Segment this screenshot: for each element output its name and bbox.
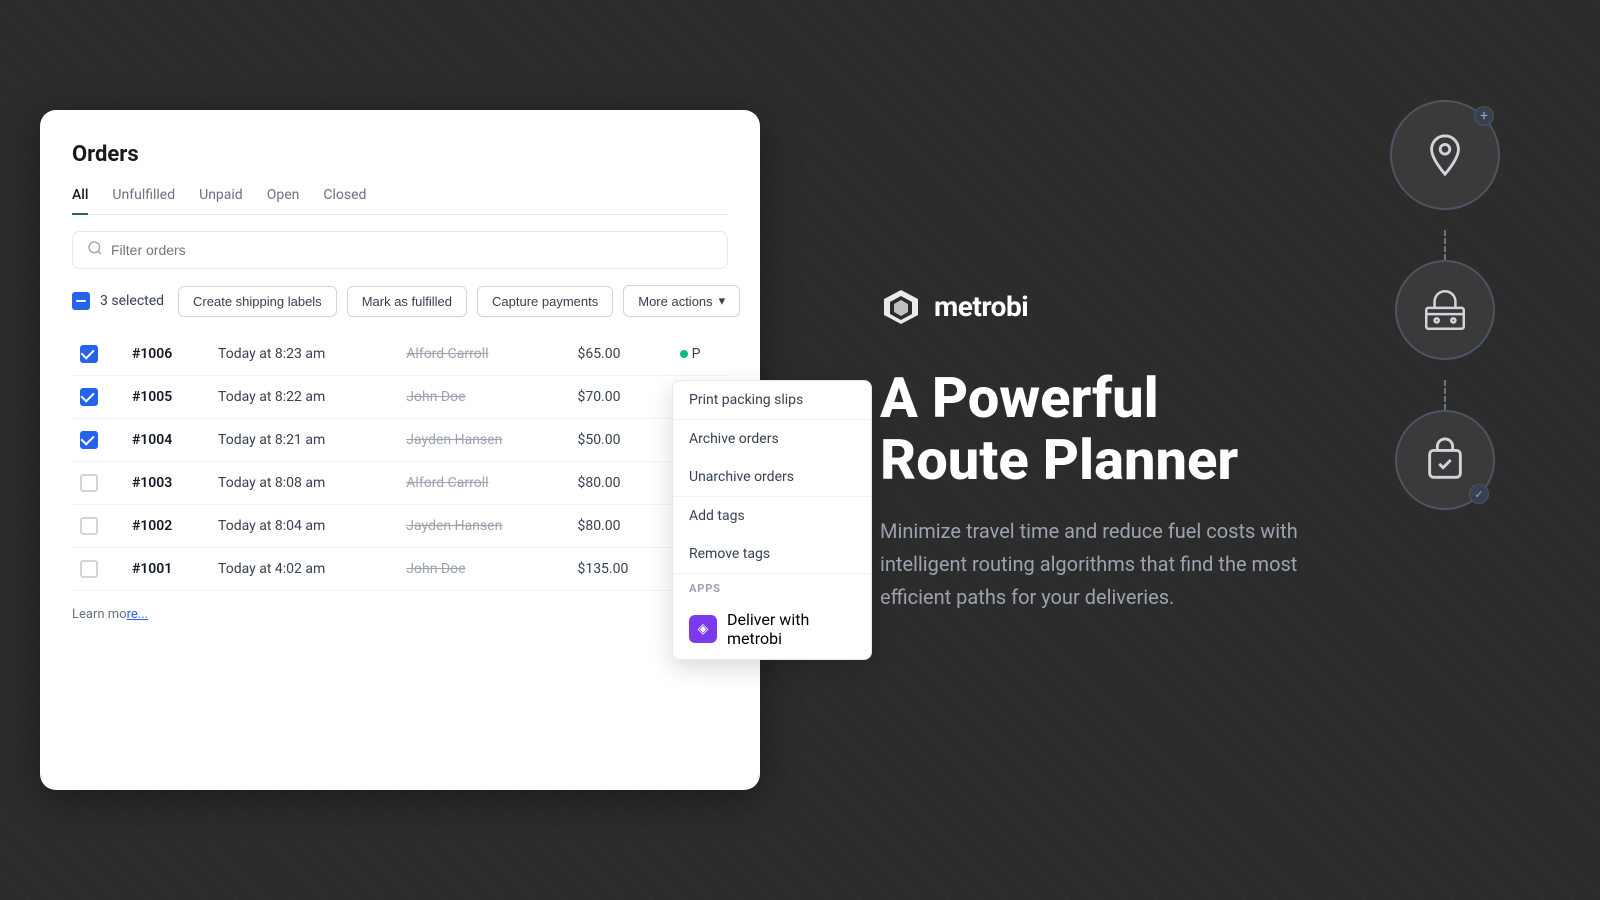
order-amount: $70.00 [569, 376, 671, 419]
row-checkbox-1006[interactable] [80, 345, 98, 363]
order-amount: $65.00 [569, 333, 671, 376]
order-time: Today at 8:23 am [210, 333, 398, 376]
more-actions-button[interactable]: More actions ▾ [623, 285, 740, 317]
order-id: #1005 [132, 389, 172, 405]
route-node-middle [1395, 260, 1495, 360]
select-all-checkbox[interactable] [72, 292, 90, 310]
order-time: Today at 8:21 am [210, 419, 398, 462]
route-chain: + ✓ [1390, 100, 1500, 530]
metrobi-app-icon: ◈ [689, 615, 717, 643]
search-icon [87, 240, 103, 260]
route-node-bottom: ✓ [1395, 410, 1495, 510]
create-shipping-button[interactable]: Create shipping labels [178, 286, 337, 317]
plus-badge: + [1474, 106, 1494, 126]
order-id: #1002 [132, 518, 172, 534]
table-row: #1003 Today at 8:08 am Alford Carroll $8… [72, 462, 728, 505]
dashed-line [1444, 230, 1446, 260]
customer-name: Jayden Hansen [406, 432, 502, 448]
dashed-line [1444, 380, 1446, 410]
toolbar: 3 selected Create shipping labels Mark a… [72, 285, 728, 325]
dropdown-item-remove-tags[interactable]: Remove tags [673, 535, 871, 573]
order-id: #1004 [132, 432, 172, 448]
table-row: #1001 Today at 4:02 am John Doe $135.00 … [72, 548, 728, 591]
order-id: #1006 [132, 346, 172, 362]
table-row: #1005 Today at 8:22 am John Doe $70.00 P [72, 376, 728, 419]
tabs-container: All Unfulfilled Unpaid Open Closed [72, 187, 728, 215]
mark-fulfilled-button[interactable]: Mark as fulfilled [347, 286, 467, 317]
customer-name: Alford Carroll [406, 346, 488, 362]
tab-closed[interactable]: Closed [323, 187, 366, 215]
orders-card: Orders All Unfulfilled Unpaid Open Close… [40, 110, 760, 790]
check-badge: ✓ [1469, 484, 1489, 504]
order-time: Today at 8:04 am [210, 505, 398, 548]
row-checkbox-1002[interactable] [80, 517, 98, 535]
order-time: Today at 8:08 am [210, 462, 398, 505]
row-checkbox-1004[interactable] [80, 431, 98, 449]
selected-count: 3 selected [100, 293, 164, 309]
dropdown-item-unarchive[interactable]: Unarchive orders [673, 458, 871, 496]
order-time: Today at 8:22 am [210, 376, 398, 419]
tab-all[interactable]: All [72, 187, 88, 215]
order-id: #1003 [132, 475, 172, 491]
order-time: Today at 4:02 am [210, 548, 398, 591]
capture-payments-button[interactable]: Capture payments [477, 286, 613, 317]
deliver-label: Deliver with metrobi [727, 610, 855, 648]
row-checkbox-1003[interactable] [80, 474, 98, 492]
right-panel: + ✓ metrobi [800, 0, 1600, 900]
learn-more: Learn more... [72, 607, 728, 622]
customer-name: Alford Carroll [406, 475, 488, 491]
dropdown-item-archive[interactable]: Archive orders [673, 420, 871, 458]
table-row: #1002 Today at 8:04 am Jayden Hansen $80… [72, 505, 728, 548]
search-bar [72, 231, 728, 269]
row-checkbox-1005[interactable] [80, 388, 98, 406]
row-checkbox-1001[interactable] [80, 560, 98, 578]
hero-description: Minimize travel time and reduce fuel cos… [880, 515, 1360, 614]
orders-table: #1006 Today at 8:23 am Alford Carroll $6… [72, 333, 728, 591]
customer-name: John Doe [406, 561, 465, 577]
dropdown-item-add-tags[interactable]: Add tags [673, 497, 871, 535]
dropdown-item-print-packing[interactable]: Print packing slips [673, 381, 871, 419]
route-node-top: + [1390, 100, 1500, 210]
tab-unpaid[interactable]: Unpaid [199, 187, 243, 215]
order-amount: $135.00 [569, 548, 671, 591]
customer-name: John Doe [406, 389, 465, 405]
order-amount: $80.00 [569, 505, 671, 548]
learn-more-link[interactable]: re... [127, 607, 148, 622]
table-row: #1004 Today at 8:21 am Jayden Hansen $50… [72, 419, 728, 462]
more-actions-dropdown: Print packing slips Archive orders Unarc… [672, 380, 872, 660]
left-panel: Orders All Unfulfilled Unpaid Open Close… [0, 0, 800, 900]
chevron-down-icon: ▾ [719, 293, 726, 309]
metrobi-logo-icon [880, 286, 922, 328]
status-label: P [692, 346, 701, 362]
table-row: #1006 Today at 8:23 am Alford Carroll $6… [72, 333, 728, 376]
dropdown-item-deliver-metrobi[interactable]: ◈ Deliver with metrobi [673, 599, 871, 659]
orders-title: Orders [72, 142, 728, 167]
tab-open[interactable]: Open [267, 187, 300, 215]
dropdown-section-apps: APPS [673, 574, 871, 599]
tab-unfulfilled[interactable]: Unfulfilled [112, 187, 175, 215]
metrobi-logo-text: metrobi [934, 290, 1028, 323]
customer-name: Jayden Hansen [406, 518, 502, 534]
order-amount: $80.00 [569, 462, 671, 505]
search-input[interactable] [111, 242, 713, 258]
order-amount: $50.00 [569, 419, 671, 462]
status-dot [680, 350, 688, 358]
order-id: #1001 [132, 561, 172, 577]
